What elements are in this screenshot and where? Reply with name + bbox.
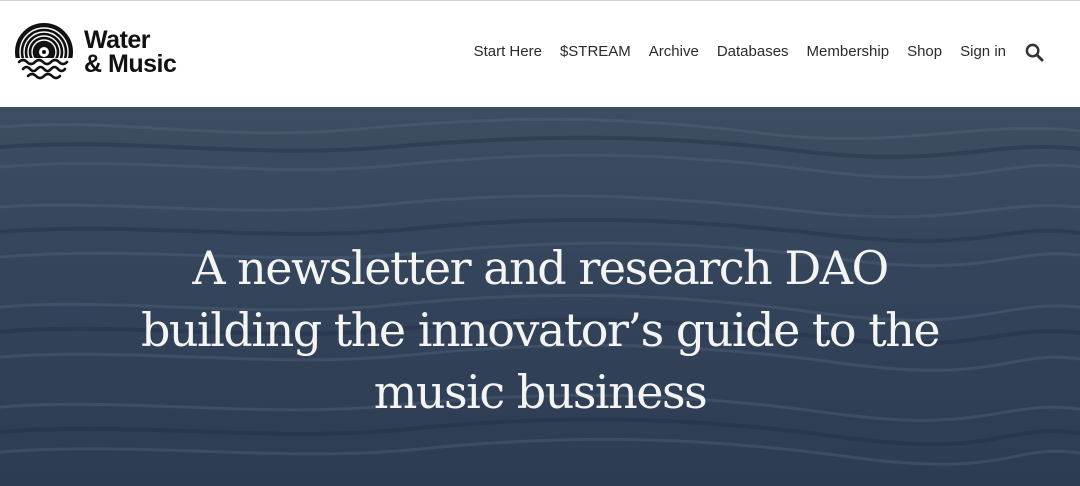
brand-name-line2: & Music <box>84 50 177 78</box>
nav-item-sign-in[interactable]: Sign in <box>960 41 1006 63</box>
nav-item-start-here[interactable]: Start Here <box>474 41 542 63</box>
hero-section: A newsletter and research DAO building t… <box>0 107 1080 486</box>
brand-logo-link[interactable]: Water & Music <box>14 22 177 82</box>
main-nav: Start Here $STREAM Archive Databases Mem… <box>474 41 1044 63</box>
brand-name-line1: Water <box>84 26 151 54</box>
search-button[interactable] <box>1024 42 1044 62</box>
site-header: Water & Music Start Here $STREAM Archive… <box>0 1 1080 107</box>
brand-name: Water & Music <box>84 26 177 78</box>
nav-item-databases[interactable]: Databases <box>717 41 789 63</box>
hero-title: A newsletter and research DAO building t… <box>140 241 941 419</box>
search-icon <box>1025 43 1044 62</box>
vinyl-record-waves-icon <box>15 23 73 80</box>
nav-item-membership[interactable]: Membership <box>807 41 890 63</box>
nav-item-stream[interactable]: $STREAM <box>560 41 631 63</box>
nav-item-archive[interactable]: Archive <box>649 41 699 63</box>
nav-item-shop[interactable]: Shop <box>907 41 942 63</box>
